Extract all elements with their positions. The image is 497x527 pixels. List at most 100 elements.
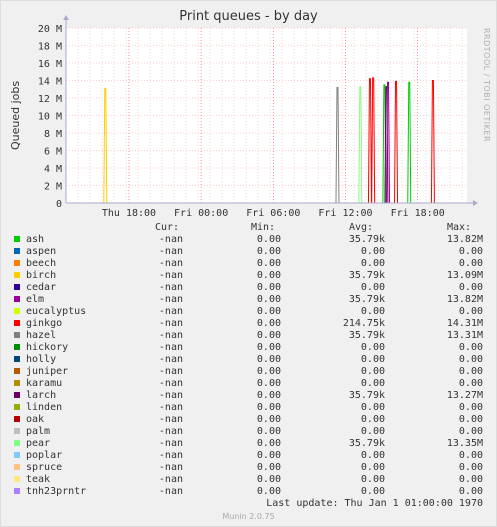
legend-cur-value: -nan <box>158 330 183 341</box>
legend-min-value: 0.00 <box>256 306 281 317</box>
series-spike <box>335 87 340 204</box>
legend-avg-value: 0.00 <box>360 402 385 413</box>
legend-min-value: 0.00 <box>256 390 281 401</box>
legend-cur-value: -nan <box>158 438 183 449</box>
legend-cur-value: -nan <box>158 342 183 353</box>
legend-max-value: 0.00 <box>458 354 483 365</box>
legend-avg-value: 0.00 <box>360 306 385 317</box>
series-spike <box>407 81 412 204</box>
legend-swatch <box>14 332 20 338</box>
legend-avg-value: 35.79k <box>348 234 385 245</box>
legend-min-value: 0.00 <box>256 258 281 269</box>
legend-cur-value: -nan <box>158 414 183 425</box>
legend-cur-value: -nan <box>158 234 183 245</box>
y-tick-label: 6 M <box>44 147 62 158</box>
legend-swatch <box>14 296 20 302</box>
legend-series-name: cedar <box>26 282 57 293</box>
legend-max-value: 13.09M <box>446 270 483 281</box>
legend-max-value: 0.00 <box>458 474 483 485</box>
legend-series-name: elm <box>26 294 45 305</box>
legend-row-palm: palm -nan 0.00 0.00 0.00 <box>0 426 497 438</box>
x-tick-label: Thu 18:00 <box>102 208 156 219</box>
legend-avg-value: 0.00 <box>360 462 385 473</box>
legend-row-elm: elm -nan 0.00 35.79k 13.82M <box>0 294 497 306</box>
legend-series-name: pear <box>26 438 51 449</box>
legend-series-name: beech <box>26 258 57 269</box>
legend-series-name: hazel <box>26 330 57 341</box>
legend-min-value: 0.00 <box>256 474 281 485</box>
legend-min-value: 0.00 <box>256 402 281 413</box>
legend-row-cedar: cedar -nan 0.00 0.00 0.00 <box>0 282 497 294</box>
legend-avg-value: 0.00 <box>360 378 385 389</box>
legend-cur-value: -nan <box>158 474 183 485</box>
series-spike <box>103 87 108 204</box>
munin-version: Munin 2.0.75 <box>222 512 275 521</box>
legend-swatch <box>14 320 20 326</box>
legend-row-pear: pear -nan 0.00 35.79k 13.35M <box>0 438 497 450</box>
legend-series-name: linden <box>26 402 63 413</box>
series-spike <box>371 77 376 204</box>
legend-series-name: spruce <box>26 462 63 473</box>
legend-cur-value: -nan <box>158 366 183 377</box>
legend-min-value: 0.00 <box>256 282 281 293</box>
legend-row-eucalyptus: eucalyptus -nan 0.00 0.00 0.00 <box>0 306 497 318</box>
legend-cur-value: -nan <box>158 306 183 317</box>
legend-min-value: 0.00 <box>256 246 281 257</box>
legend-row-beech: beech -nan 0.00 0.00 0.00 <box>0 258 497 270</box>
legend-min-value: 0.00 <box>256 378 281 389</box>
legend-avg-value: 0.00 <box>360 426 385 437</box>
legend-swatch <box>14 452 20 458</box>
legend-avg-value: 0.00 <box>360 258 385 269</box>
legend-avg-value: 35.79k <box>348 270 385 281</box>
legend-avg-value: 35.79k <box>348 390 385 401</box>
legend-row-hickory: hickory -nan 0.00 0.00 0.00 <box>0 342 497 354</box>
legend-avg-value: 0.00 <box>360 342 385 353</box>
legend-min-value: 0.00 <box>256 330 281 341</box>
legend-max-value: 13.35M <box>446 438 483 449</box>
legend-cur-value: -nan <box>158 450 183 461</box>
legend-swatch <box>14 260 20 266</box>
y-axis-arrow <box>63 15 69 20</box>
legend-swatch <box>14 464 20 470</box>
legend-avg-value: 0.00 <box>360 450 385 461</box>
legend-avg-value: 214.75k <box>342 318 385 329</box>
legend-row-birch: birch -nan 0.00 35.79k 13.09M <box>0 270 497 282</box>
legend-row-teak: teak -nan 0.00 0.00 0.00 <box>0 474 497 486</box>
header-min: Min: <box>251 222 276 233</box>
legend-row-larch: larch -nan 0.00 35.79k 13.27M <box>0 390 497 402</box>
legend-cur-value: -nan <box>158 378 183 389</box>
legend-row-oak: oak -nan 0.00 0.00 0.00 <box>0 414 497 426</box>
legend-swatch <box>14 488 20 494</box>
chart-svg: 0 2 M 4 M 6 M 8 M 10 M 12 M 14 M 16 M 18 M 20 M Thu… <box>38 15 478 219</box>
legend-cur-value: -nan <box>158 294 183 305</box>
legend-min-value: 0.00 <box>256 366 281 377</box>
y-tick-label: 12 M <box>38 94 62 105</box>
header-avg: Avg: <box>349 222 374 233</box>
legend-cur-value: -nan <box>158 282 183 293</box>
legend-avg-value: 35.79k <box>348 438 385 449</box>
legend-max-value: 0.00 <box>458 462 483 473</box>
x-tick-label: Fri 00:00 <box>174 208 228 219</box>
legend-swatch <box>14 440 20 446</box>
x-tick-label: Fri 18:00 <box>391 208 445 219</box>
legend-max-value: 0.00 <box>458 366 483 377</box>
legend-row-linden: linden -nan 0.00 0.00 0.00 <box>0 402 497 414</box>
legend-series-name: karamu <box>26 378 63 389</box>
legend-max-value: 0.00 <box>458 282 483 293</box>
legend-cur-value: -nan <box>158 354 183 365</box>
legend-series-name: palm <box>26 426 51 437</box>
legend-max-value: 13.82M <box>446 234 483 245</box>
legend-swatch <box>14 392 20 398</box>
legend-row-hazel: hazel -nan 0.00 35.79k 13.31M <box>0 330 497 342</box>
x-tick-label: Fri 12:00 <box>318 208 372 219</box>
legend-series-name: birch <box>26 270 57 281</box>
legend-avg-value: 0.00 <box>360 474 385 485</box>
legend-max-value: 0.00 <box>458 402 483 413</box>
legend-series-name: poplar <box>26 450 63 461</box>
legend-avg-value: 0.00 <box>360 354 385 365</box>
legend-max-value: 0.00 <box>458 378 483 389</box>
header-max: Max: <box>447 222 472 233</box>
legend-avg-value: 35.79k <box>348 294 385 305</box>
legend-max-value: 13.31M <box>446 330 483 341</box>
series-spike <box>430 80 435 204</box>
